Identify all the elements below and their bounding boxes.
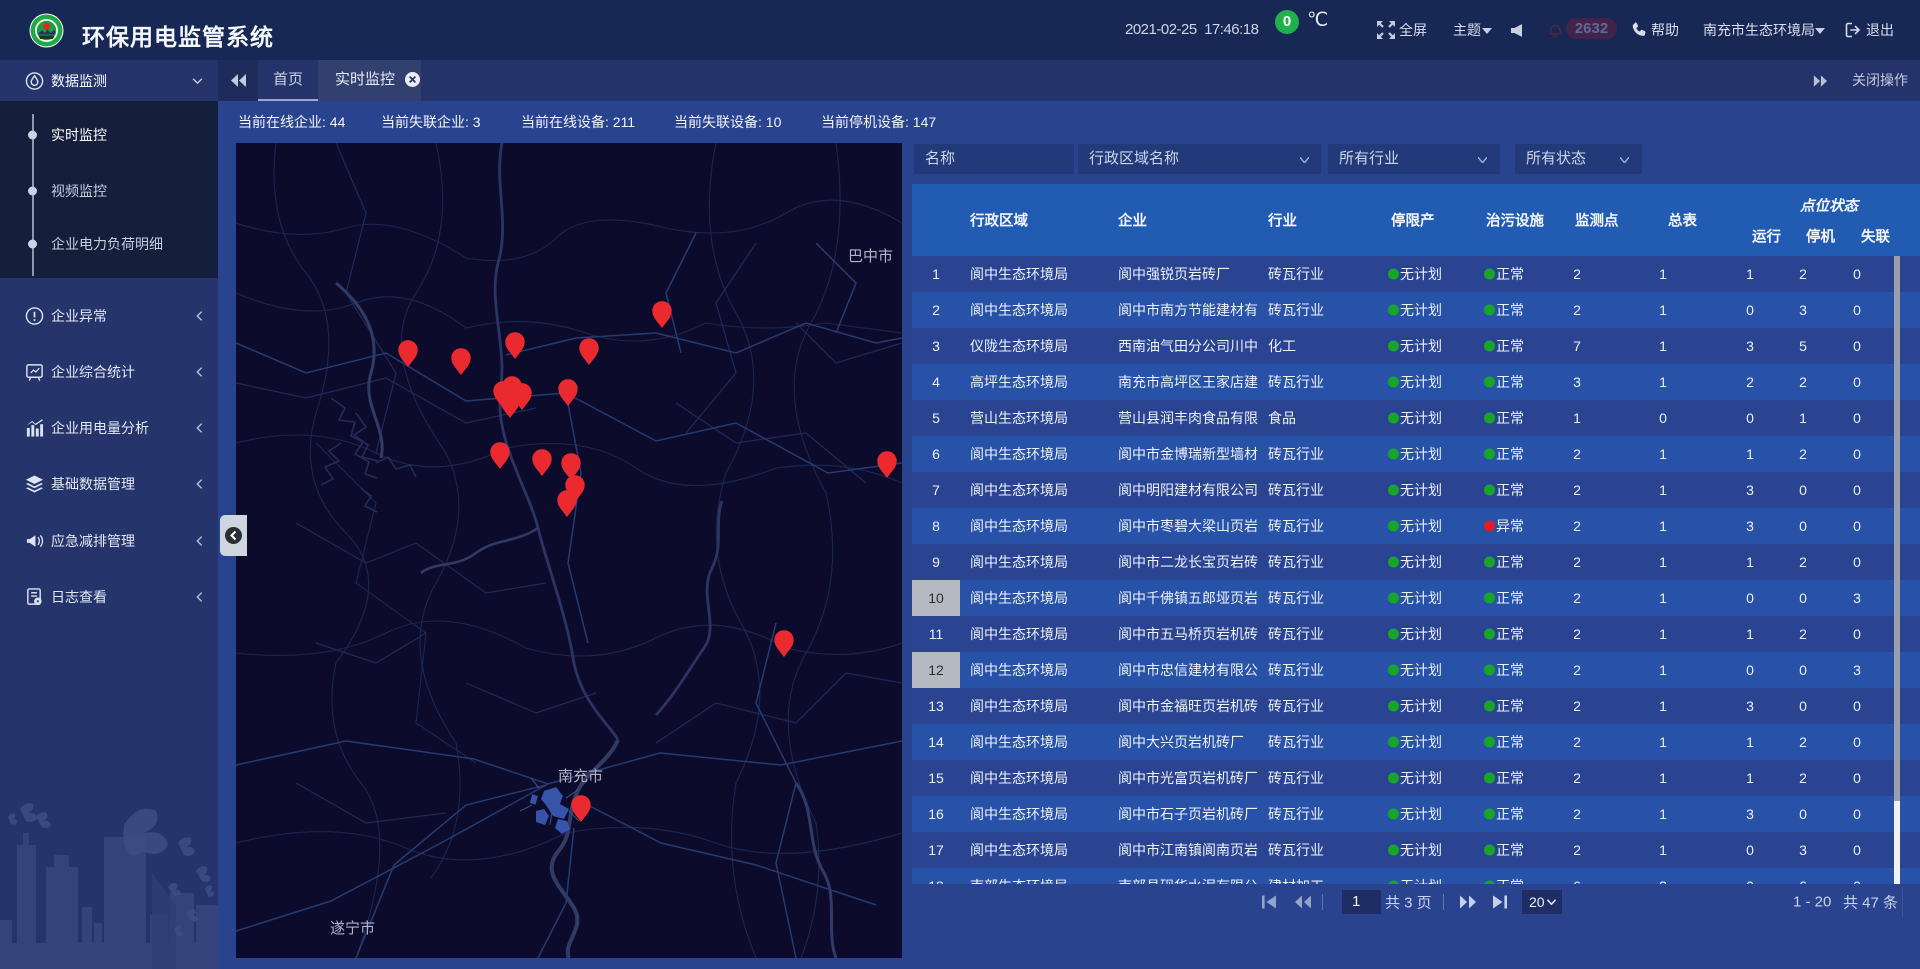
svg-text:南充市: 南充市 (558, 768, 603, 785)
svg-text:巴中市: 巴中市 (848, 248, 893, 265)
svg-text:遂宁市: 遂宁市 (330, 920, 375, 937)
